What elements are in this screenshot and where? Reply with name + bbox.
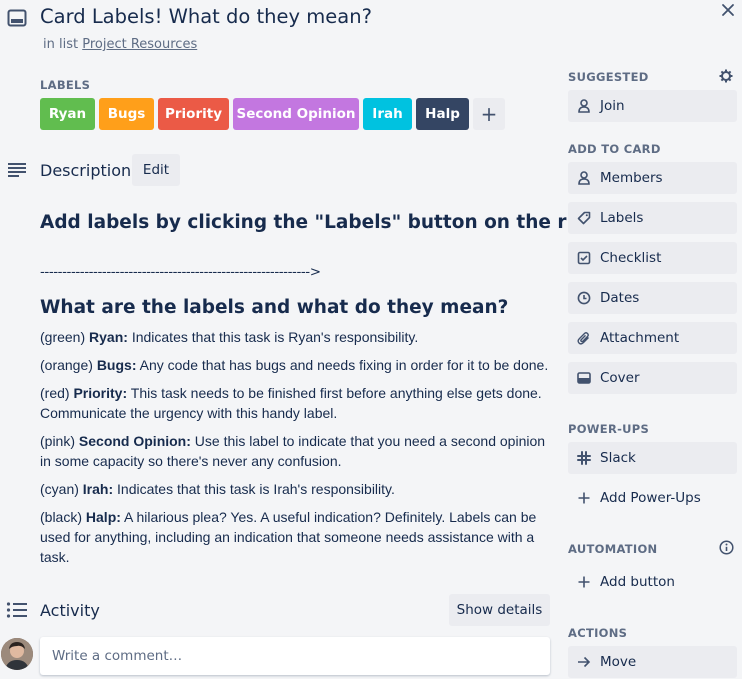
labels-heading: LABELS (40, 78, 91, 92)
list-link[interactable]: Project Resources (82, 37, 197, 52)
members-button[interactable]: Members (568, 162, 737, 194)
cover-button[interactable]: Cover (568, 362, 737, 394)
add-label-button[interactable]: + (473, 98, 505, 130)
description-icon (6, 160, 28, 180)
cover-label: Cover (600, 370, 640, 386)
label-entry: (cyan) Irah: Indicates that this task is… (40, 481, 395, 497)
label-priority[interactable]: Priority (158, 98, 229, 130)
checklist-icon (568, 251, 600, 265)
avatar[interactable] (1, 638, 33, 670)
label-irah[interactable]: Irah (363, 98, 412, 130)
slack-label: Slack (600, 450, 636, 466)
suggested-heading: SUGGESTED (568, 70, 649, 84)
arrow-right-icon (568, 656, 600, 668)
gear-icon[interactable] (717, 67, 735, 85)
card-icon (6, 7, 28, 29)
label-entry: (red) Priority: This task needs to be fi… (40, 385, 542, 421)
description-heading: Description (40, 161, 132, 180)
label-halp[interactable]: Halp (416, 98, 469, 130)
description-divider: ----------------------------------------… (40, 264, 321, 280)
labels-button[interactable]: Labels (568, 202, 737, 234)
move-label: Move (600, 654, 637, 670)
join-label: Join (600, 98, 625, 114)
plus-icon (568, 576, 600, 588)
card-title[interactable]: Card Labels! What do they mean? (40, 5, 372, 28)
tag-icon (568, 211, 600, 225)
activity-heading: Activity (40, 601, 100, 620)
list-reference: in list Project Resources (43, 37, 197, 52)
automation-heading: AUTOMATION (568, 542, 658, 556)
person-icon (568, 99, 600, 113)
checklist-button[interactable]: Checklist (568, 242, 737, 274)
add-button-button[interactable]: Add button (568, 566, 737, 598)
checklist-label: Checklist (600, 250, 662, 266)
label-entry: (green) Ryan: Indicates that this task i… (40, 329, 419, 345)
activity-icon (5, 600, 29, 620)
labels-label: Labels (600, 210, 644, 226)
move-button[interactable]: Move (568, 646, 737, 678)
edit-description-button[interactable]: Edit (132, 154, 180, 186)
close-icon[interactable] (716, 0, 740, 20)
add-button-label: Add button (600, 574, 675, 590)
attachment-label: Attachment (600, 330, 680, 346)
label-second-opinion[interactable]: Second Opinion (233, 98, 359, 130)
comment-input[interactable]: Write a comment… (40, 637, 550, 675)
add-power-ups-button[interactable]: Add Power-Ups (568, 482, 737, 514)
description-body[interactable]: Add labels by clicking the "Labels" butt… (40, 208, 609, 575)
label-bugs[interactable]: Bugs (99, 98, 154, 130)
members-label: Members (600, 170, 663, 186)
label-list: Ryan Bugs Priority Second Opinion Irah H… (40, 98, 505, 130)
label-entry: (pink) Second Opinion: Use this label to… (40, 433, 546, 469)
attachment-button[interactable]: Attachment (568, 322, 737, 354)
dates-button[interactable]: Dates (568, 282, 737, 314)
show-details-button[interactable]: Show details (449, 594, 550, 626)
actions-heading: ACTIONS (568, 626, 628, 640)
description-title: Add labels by clicking the "Labels" butt… (40, 212, 609, 233)
plus-icon (568, 492, 600, 504)
cover-icon (568, 372, 600, 384)
dates-label: Dates (600, 290, 640, 306)
description-subtitle: What are the labels and what do they mea… (40, 297, 509, 318)
power-ups-heading: POWER-UPS (568, 422, 650, 436)
clock-icon (568, 291, 600, 305)
label-entry: (orange) Bugs: Any code that has bugs an… (40, 357, 549, 373)
add-power-ups-label: Add Power-Ups (600, 490, 701, 506)
paperclip-icon (568, 331, 600, 345)
info-icon[interactable] (718, 539, 734, 555)
join-button[interactable]: Join (568, 90, 737, 122)
in-list-prefix: in list (43, 37, 79, 52)
label-ryan[interactable]: Ryan (40, 98, 95, 130)
slack-icon (568, 451, 600, 465)
slack-button[interactable]: Slack (568, 442, 737, 474)
add-to-card-heading: ADD TO CARD (568, 142, 661, 156)
label-entry: (black) Halp: A hilarious plea? Yes. A u… (40, 509, 537, 565)
person-icon (568, 171, 600, 185)
